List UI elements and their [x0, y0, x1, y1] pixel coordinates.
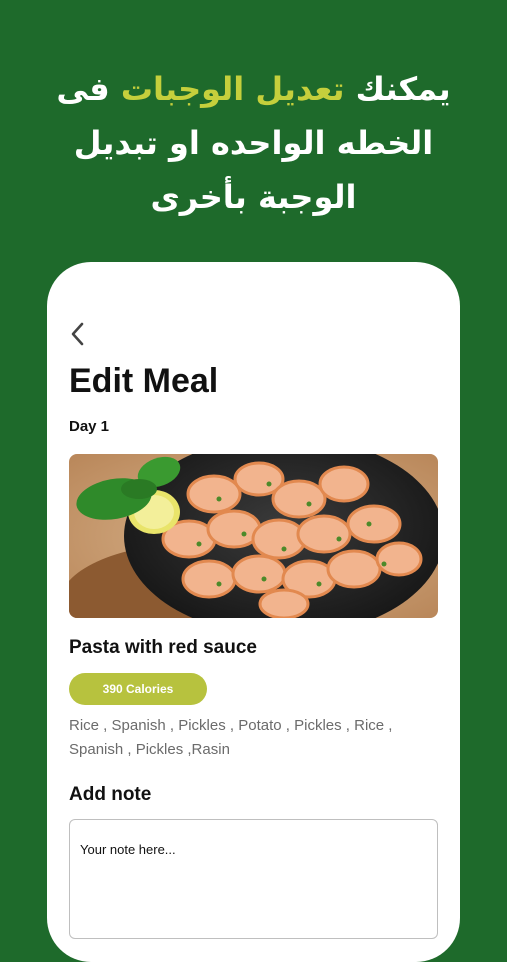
phone-screen: Edit Meal Day 1 Pasta with red sauce 390… [47, 262, 460, 962]
promo-line-3: الوجبة بأخرى [150, 178, 357, 216]
ingredients-text: Rice , Spanish , Pickles , Potato , Pick… [69, 717, 393, 758]
shrimp-dish-photo [69, 454, 438, 618]
promo-headline: يمكنك تعديل الوجبات فى الخطه الواحده او … [0, 62, 507, 224]
note-field[interactable] [69, 819, 438, 939]
calories-badge: 390 Calories [69, 673, 207, 705]
meal-name: Pasta with red sauce [69, 637, 257, 658]
promo-line-1: يمكنك تعديل الوجبات فى [56, 70, 451, 108]
meal-image[interactable] [69, 454, 438, 618]
promo-accent-text: تعديل الوجبات [120, 70, 345, 108]
chevron-left-icon [71, 322, 84, 346]
back-button[interactable] [67, 320, 91, 348]
day-label: Day 1 [69, 418, 110, 435]
note-input[interactable] [80, 842, 427, 922]
add-note-label: Add note [69, 784, 152, 805]
promo-line-2: الخطه الواحده او تبديل [73, 124, 434, 162]
page-title: Edit Meal [69, 362, 219, 400]
